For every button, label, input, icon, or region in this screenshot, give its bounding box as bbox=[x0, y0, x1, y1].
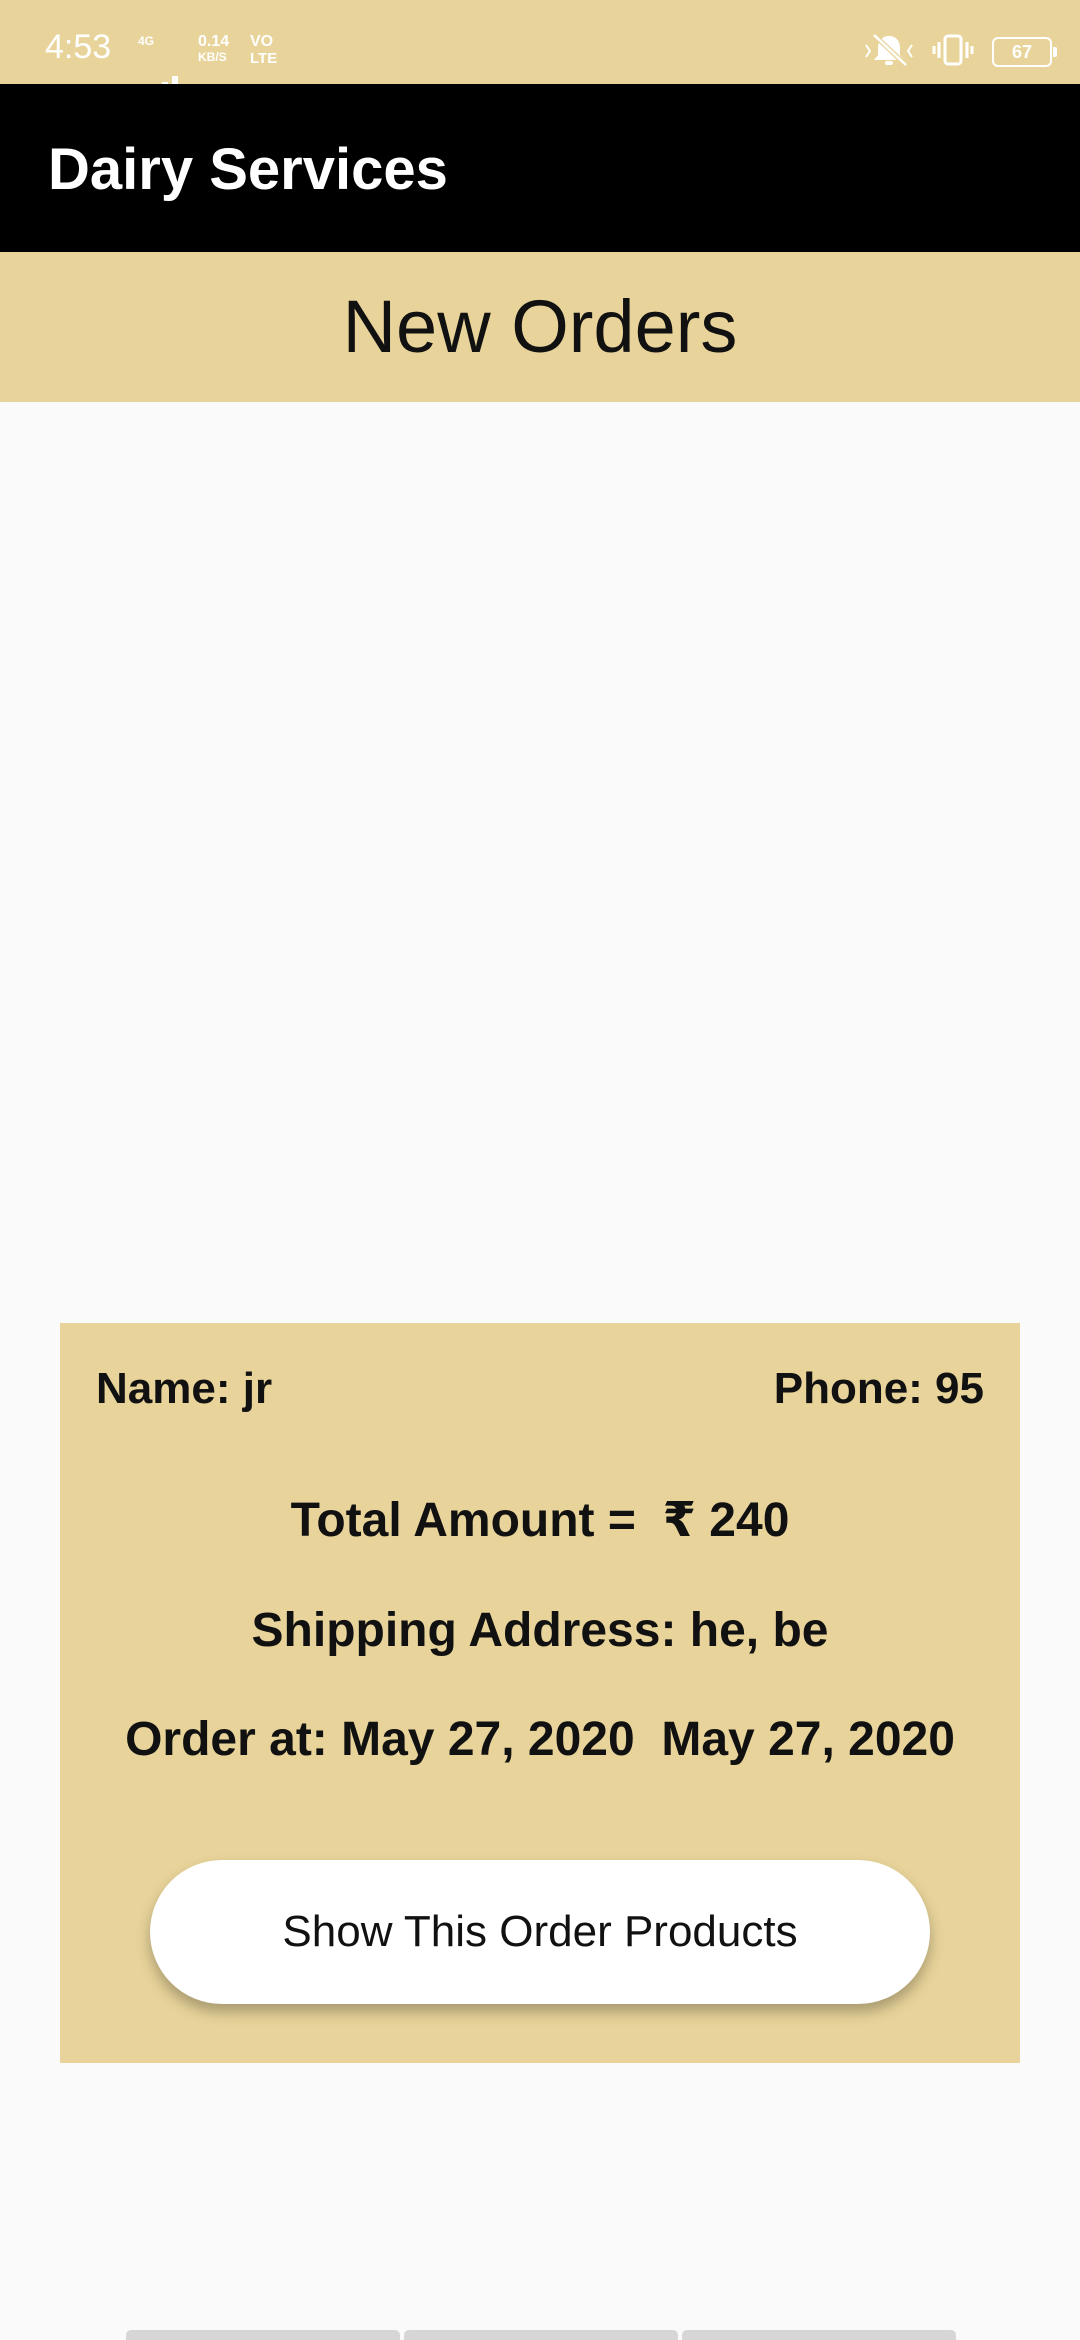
bottom-edge-tabs bbox=[126, 2330, 956, 2340]
network-type: 4G bbox=[138, 34, 155, 48]
network-speed: 0.14 KB/S bbox=[198, 33, 230, 65]
app-title: Dairy Services bbox=[48, 137, 448, 202]
order-card: Name: jr Phone: 95 Total Amount = ₹ 240 … bbox=[60, 1323, 1020, 2063]
customer-phone: Phone: 95 bbox=[773, 1364, 984, 1413]
order-date: Order at: May 27, 2020 May 27, 2020 bbox=[125, 1713, 955, 1766]
status-icons: 67 bbox=[864, 32, 1057, 72]
volte-indicator: VO LTE bbox=[250, 34, 277, 68]
status-time: 4:53 bbox=[45, 28, 112, 66]
total-amount: Total Amount = ₹ 240 bbox=[290, 1494, 790, 1547]
bottom-tab-1 bbox=[126, 2330, 400, 2340]
bottom-tab-2 bbox=[404, 2330, 678, 2340]
speed-value: 0.14 bbox=[198, 33, 230, 50]
vibrate-icon bbox=[932, 33, 974, 72]
section-header: New Orders bbox=[0, 252, 1080, 402]
speed-unit: KB/S bbox=[198, 50, 227, 64]
bottom-tab-3 bbox=[682, 2330, 956, 2340]
customer-name: Name: jr bbox=[96, 1364, 273, 1413]
volte-top: VO bbox=[250, 33, 274, 50]
status-bar: 4:53 4G 0.14 KB/S VO LTE 67 bbox=[0, 0, 1080, 106]
volte-bottom: LTE bbox=[250, 50, 278, 67]
page-title: New Orders bbox=[342, 285, 738, 368]
customer-row: Name: jr Phone: 95 bbox=[96, 1359, 984, 1419]
show-order-products-button[interactable]: Show This Order Products bbox=[150, 1860, 930, 2004]
app-bar: Dairy Services bbox=[0, 84, 1080, 252]
mute-icon bbox=[864, 32, 914, 72]
shipping-address: Shipping Address: he, be bbox=[251, 1604, 829, 1657]
battery-icon: 67 bbox=[992, 37, 1057, 67]
